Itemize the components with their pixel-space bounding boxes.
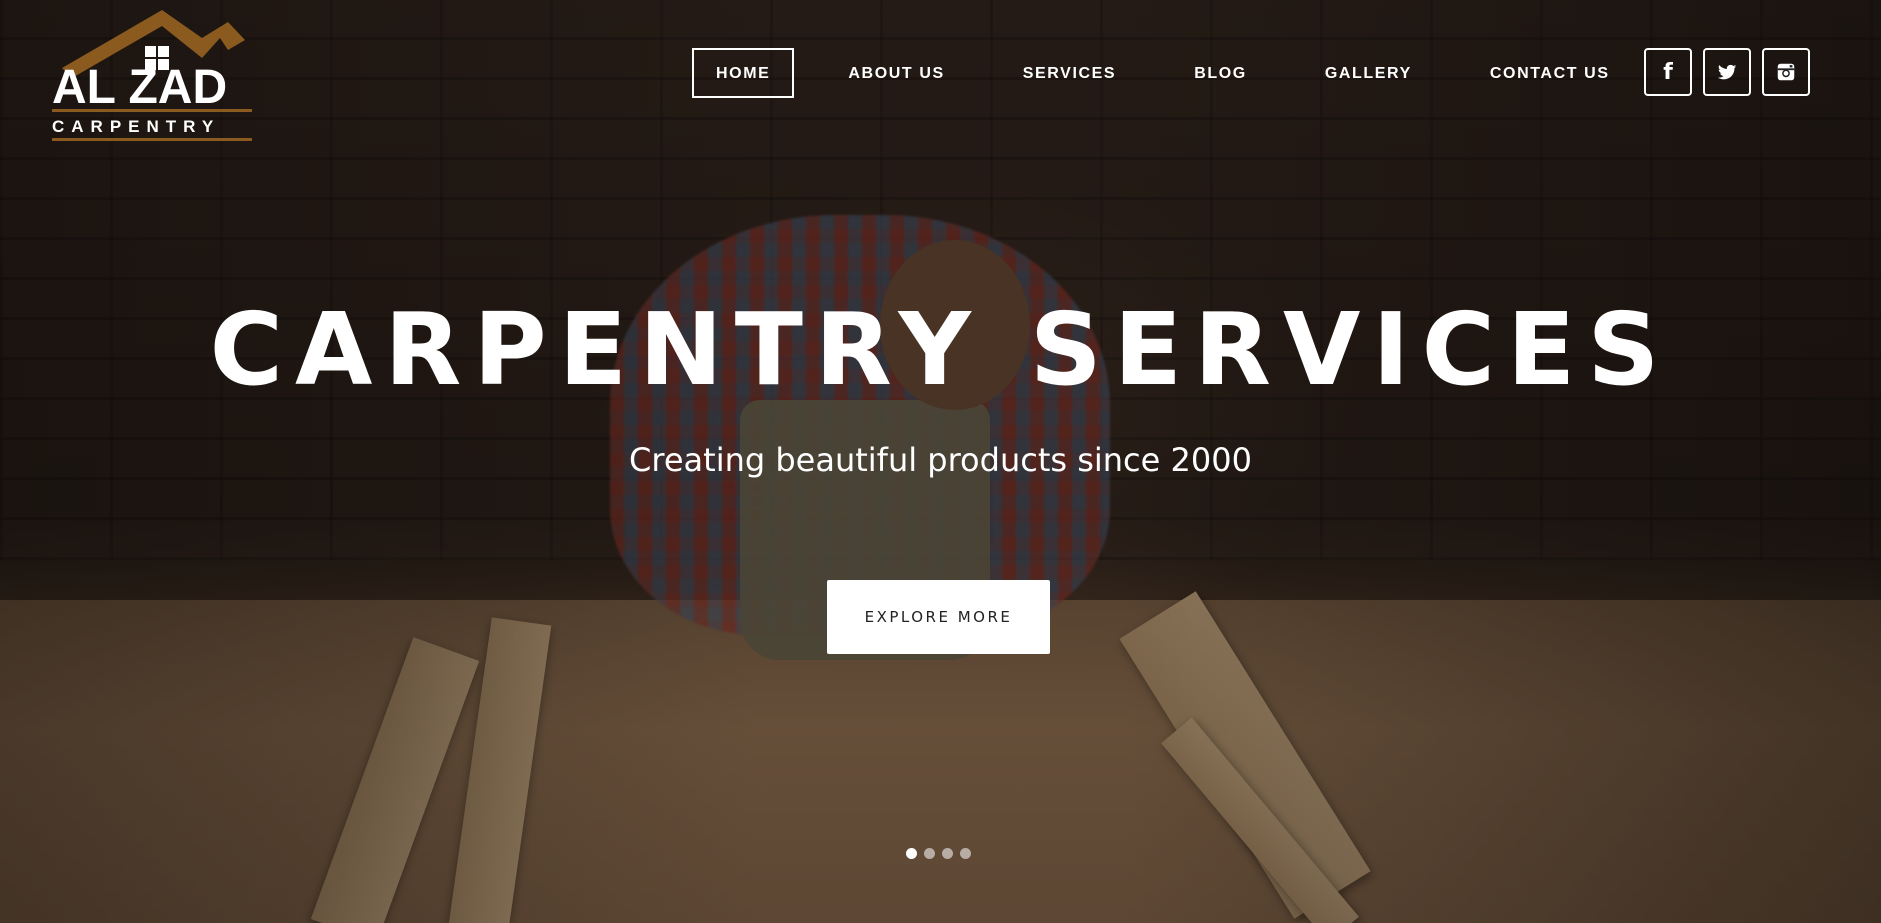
facebook-button[interactable]: f	[1644, 48, 1692, 96]
nav-item-contact-us[interactable]: CONTACT US	[1466, 48, 1634, 98]
nav-item-blog[interactable]: BLOG	[1170, 48, 1271, 98]
brand-logo[interactable]: AL ZAD CARPENTRY	[50, 8, 255, 141]
hero-title: CARPENTRY SERVICES	[209, 291, 1672, 408]
brand-tagline: CARPENTRY	[52, 117, 221, 136]
main-nav: HOME ABOUT US SERVICES BLOG GALLERY CONT…	[692, 48, 1634, 98]
nav-item-gallery[interactable]: GALLERY	[1301, 48, 1436, 98]
explore-more-button[interactable]: EXPLORE MORE	[827, 580, 1050, 654]
twitter-icon	[1717, 64, 1737, 80]
slider-dot[interactable]	[906, 848, 917, 859]
instagram-button[interactable]	[1762, 48, 1810, 96]
slider-dot[interactable]	[960, 848, 971, 859]
nav-item-home[interactable]: HOME	[692, 48, 795, 98]
twitter-button[interactable]	[1703, 48, 1751, 96]
nav-item-about-us[interactable]: ABOUT US	[824, 48, 968, 98]
instagram-icon	[1777, 63, 1795, 81]
hero-section: AL ZAD CARPENTRY HOME ABOUT US SERVICES …	[0, 0, 1881, 923]
slider-dot[interactable]	[924, 848, 935, 859]
nav-item-services[interactable]: SERVICES	[999, 48, 1140, 98]
slider-dot[interactable]	[942, 848, 953, 859]
brand-name: AL ZAD	[52, 61, 228, 114]
slider-pagination	[906, 848, 971, 859]
facebook-icon: f	[1663, 59, 1673, 85]
social-links: f	[1644, 48, 1810, 96]
hero-subtitle: Creating beautiful products since 2000	[629, 441, 1252, 479]
